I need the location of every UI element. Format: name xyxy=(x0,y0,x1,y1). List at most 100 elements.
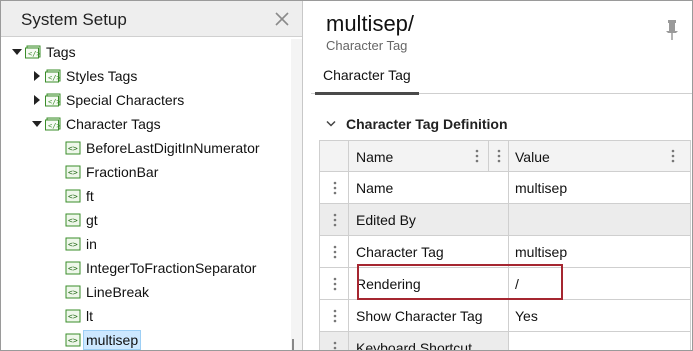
section-header[interactable]: Character Tag Definition xyxy=(326,116,508,132)
section-title: Character Tag Definition xyxy=(346,116,508,132)
property-name: Name xyxy=(356,180,394,196)
expanded-triangle-icon[interactable] xyxy=(31,118,43,130)
property-value: multisep xyxy=(515,244,568,260)
scrollbar-thumb[interactable] xyxy=(292,339,294,350)
rendering-highlight-box xyxy=(357,264,563,300)
collapsed-triangle-icon[interactable] xyxy=(31,70,43,82)
drag-handle-icon[interactable] xyxy=(333,181,337,195)
column-resize-icon[interactable] xyxy=(497,149,501,163)
tree-label: gt xyxy=(86,212,98,228)
grid-header-spacer xyxy=(489,140,509,172)
row-drag-handle[interactable] xyxy=(319,300,349,332)
svg-text:</>: </> xyxy=(48,74,61,82)
property-value-cell[interactable]: multisep xyxy=(509,172,691,204)
tree-item-styles-tags[interactable]: </> Styles Tags xyxy=(31,65,139,87)
svg-text:<>: <> xyxy=(68,168,78,177)
drag-handle-icon[interactable] xyxy=(333,277,337,291)
column-header-value[interactable]: Value xyxy=(509,140,691,172)
property-name-cell: Edited By xyxy=(349,204,509,236)
pin-icon[interactable] xyxy=(665,19,679,41)
column-header-name[interactable]: Name xyxy=(349,140,489,172)
page-subtitle: Character Tag xyxy=(326,38,408,53)
svg-text:<>: <> xyxy=(68,192,78,201)
svg-text:<>: <> xyxy=(68,144,78,153)
svg-text:</>: </> xyxy=(48,98,61,106)
tree-label: BeforeLastDigitInNumerator xyxy=(86,140,260,156)
property-value-cell xyxy=(509,204,691,236)
property-value-cell[interactable]: Yes xyxy=(509,300,691,332)
row-drag-handle[interactable] xyxy=(319,268,349,300)
row-drag-handle[interactable] xyxy=(319,236,349,268)
close-icon[interactable] xyxy=(273,10,291,28)
drag-handle-icon[interactable] xyxy=(333,245,337,259)
tree-item-special-characters[interactable]: </> Special Characters xyxy=(31,89,186,111)
tree-item-character-tag[interactable]: <> LineBreak xyxy=(65,281,151,303)
property-name: Character Tag xyxy=(356,244,444,260)
page-title: multisep/ xyxy=(326,11,415,36)
tree-item-character-tag-selected[interactable]: <> multisep xyxy=(65,329,142,350)
system-setup-panel: System Setup </> Tags </> Styles Tags </… xyxy=(1,1,303,350)
tree-item-character-tag[interactable]: <> ft xyxy=(65,185,96,207)
tree-label: lt xyxy=(86,308,93,324)
tree-label: IntegerToFractionSeparator xyxy=(86,260,257,276)
tree-item-character-tag[interactable]: <> gt xyxy=(65,209,100,231)
tree-item-character-tag[interactable]: <> FractionBar xyxy=(65,161,160,183)
tag-tree: </> Tags </> Styles Tags </> Special Cha… xyxy=(1,39,291,350)
property-value-cell[interactable] xyxy=(509,332,691,350)
tree-label: multisep xyxy=(82,330,142,350)
drag-handle-icon[interactable] xyxy=(333,213,337,227)
drag-handle-icon[interactable] xyxy=(333,341,337,351)
collapsed-triangle-icon[interactable] xyxy=(31,94,43,106)
property-name: Show Character Tag xyxy=(356,308,483,324)
tree-scrollbar[interactable] xyxy=(291,39,302,350)
svg-text:</>: </> xyxy=(48,122,61,130)
property-name: Edited By xyxy=(356,212,416,228)
chevron-down-icon[interactable] xyxy=(326,120,336,128)
svg-text:<>: <> xyxy=(68,336,78,345)
tree-item-character-tags[interactable]: </> Character Tags xyxy=(31,113,163,135)
tree-label: LineBreak xyxy=(86,284,150,300)
column-menu-icon[interactable] xyxy=(475,149,479,163)
tree-item-character-tag[interactable]: <> IntegerToFractionSeparator xyxy=(65,257,258,279)
row-drag-handle[interactable] xyxy=(319,332,349,351)
system-setup-header: System Setup xyxy=(1,1,302,37)
character-tag-icon: <> xyxy=(65,141,81,155)
tree-label: FractionBar xyxy=(86,164,159,180)
tree-label: Special Characters xyxy=(66,92,185,108)
character-tag-icon: <> xyxy=(65,165,81,179)
character-tag-icon: <> xyxy=(65,333,81,347)
tag-detail-panel: multisep/ Character Tag Character Tag Ch… xyxy=(311,1,692,351)
character-tag-icon: <> xyxy=(65,213,81,227)
property-name: Keyboard Shortcut xyxy=(356,340,472,351)
row-drag-handle[interactable] xyxy=(319,204,349,236)
svg-text:<>: <> xyxy=(68,240,78,249)
column-header-label: Name xyxy=(356,149,394,165)
property-value: multisep xyxy=(515,180,568,196)
tree-item-character-tag[interactable]: <> BeforeLastDigitInNumerator xyxy=(65,137,262,159)
tree-item-character-tag[interactable]: <> in xyxy=(65,233,99,255)
character-tag-icon: <> xyxy=(65,309,81,323)
character-tag-icon: <> xyxy=(65,285,81,299)
tab-character-tag[interactable]: Character Tag xyxy=(323,67,411,89)
property-name-cell: Name xyxy=(349,172,509,204)
character-tag-icon: <> xyxy=(65,261,81,275)
active-tab-indicator xyxy=(315,92,419,95)
character-tag-icon: <> xyxy=(65,189,81,203)
svg-text:</>: </> xyxy=(28,50,41,58)
tree-label: Character Tags xyxy=(66,116,161,132)
column-menu-icon[interactable] xyxy=(671,149,675,163)
svg-text:<>: <> xyxy=(68,288,78,297)
tag-folder-icon: </> xyxy=(45,117,61,131)
tag-folder-icon: </> xyxy=(25,45,41,59)
drag-handle-icon[interactable] xyxy=(333,309,337,323)
tree-item-character-tag[interactable]: <> lt xyxy=(65,305,95,327)
window-frame: System Setup </> Tags </> Styles Tags </… xyxy=(0,0,693,351)
column-header-label: Value xyxy=(515,149,550,165)
tag-folder-icon: </> xyxy=(45,93,61,107)
expanded-triangle-icon[interactable] xyxy=(11,46,23,58)
row-drag-handle[interactable] xyxy=(319,172,349,204)
property-value: Yes xyxy=(515,308,538,324)
character-tag-icon: <> xyxy=(65,237,81,251)
tree-item-tags[interactable]: </> Tags xyxy=(11,41,78,63)
svg-text:<>: <> xyxy=(68,312,78,321)
